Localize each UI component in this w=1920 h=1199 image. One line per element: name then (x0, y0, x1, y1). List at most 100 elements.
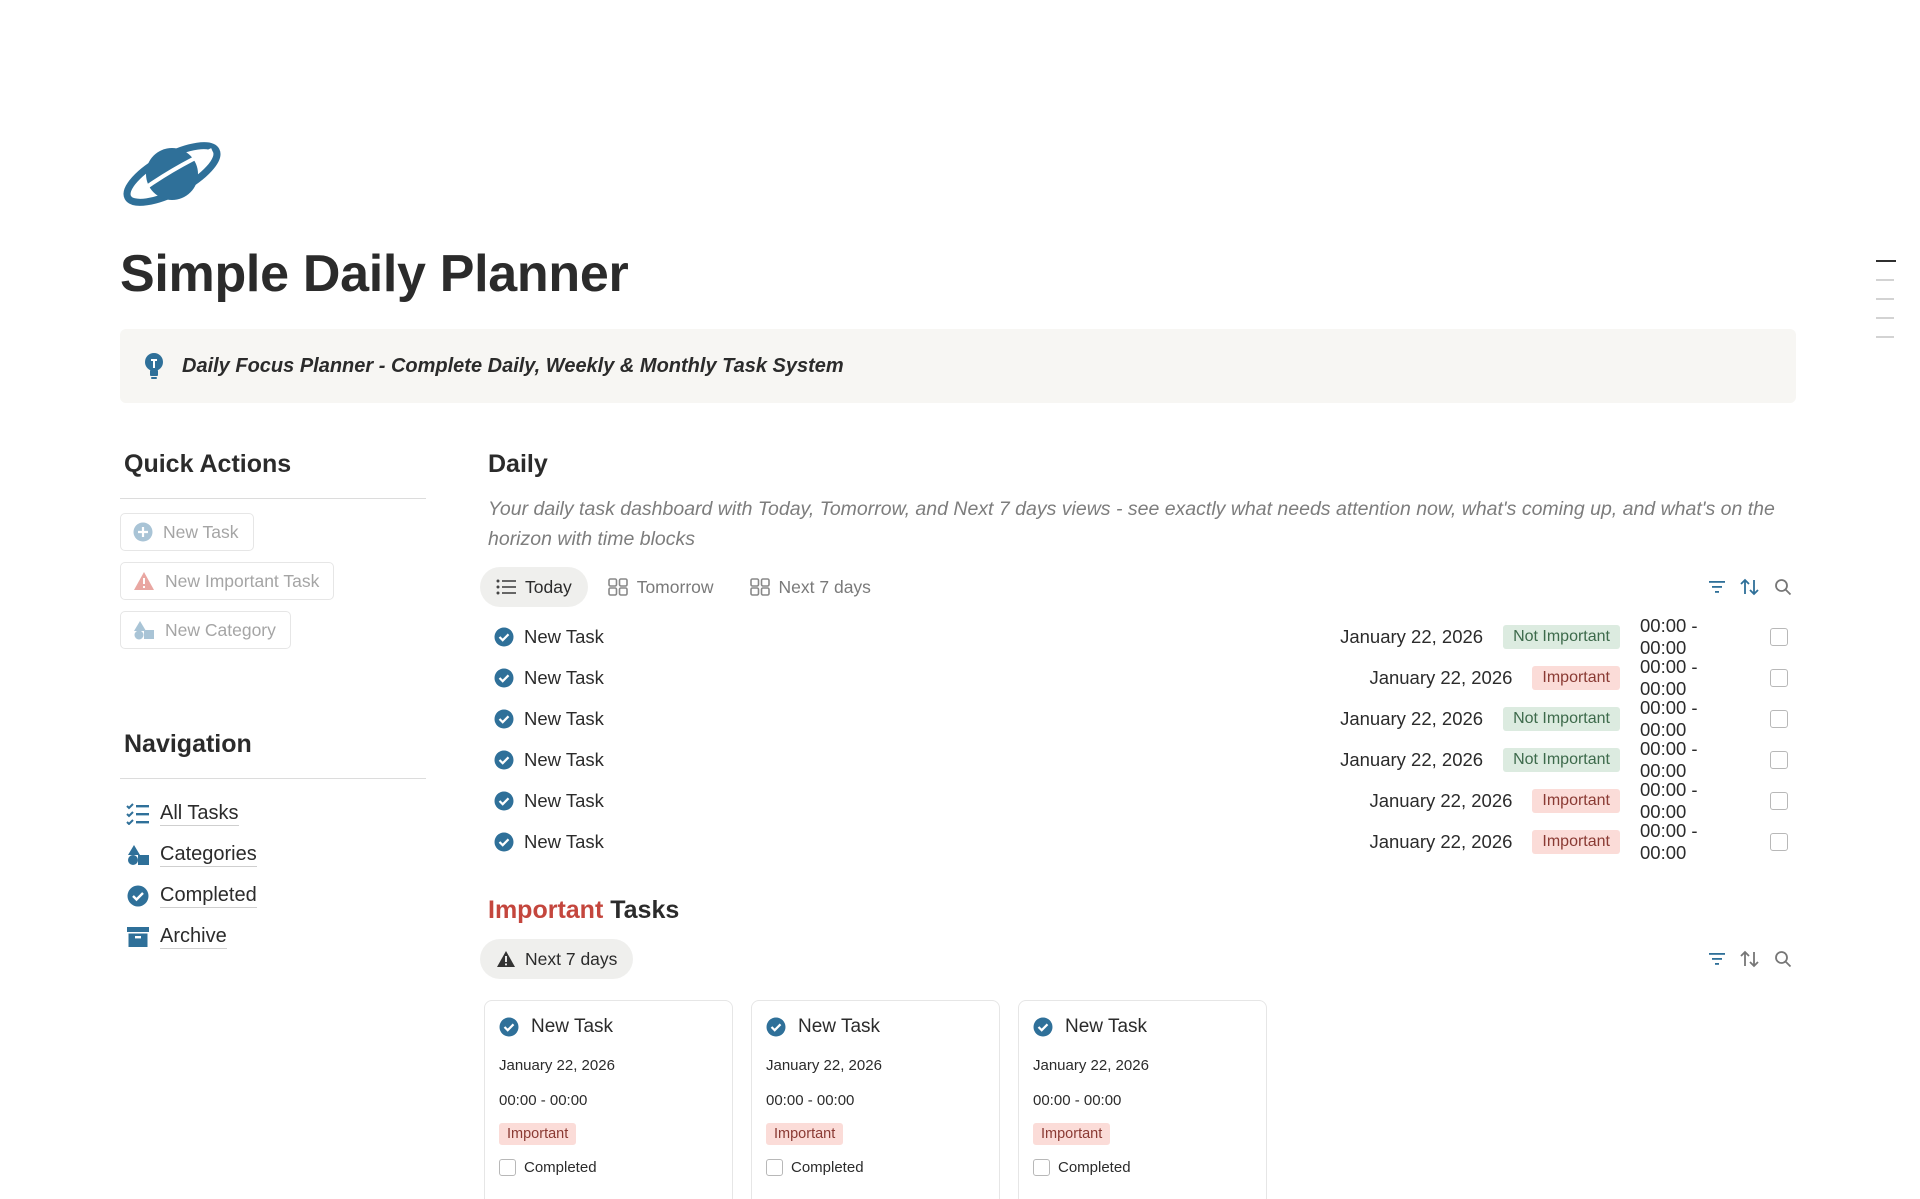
important-tasks-title[interactable]: Important Tasks (480, 896, 1800, 932)
toc-marker[interactable] (1876, 317, 1894, 319)
check-circle-icon (766, 1017, 786, 1037)
tab-label: Next 7 days (525, 948, 618, 969)
nav-item-categories[interactable]: Categories (120, 834, 426, 875)
nav-label[interactable]: Completed (160, 883, 257, 908)
nav-label[interactable]: Archive (160, 924, 227, 949)
completed-checkbox[interactable] (766, 1159, 783, 1176)
completed-checkbox[interactable] (499, 1159, 516, 1176)
task-card[interactable]: New Task January 22, 2026 00:00 - 00:00 … (751, 1000, 1000, 1199)
daily-title[interactable]: Daily (480, 450, 1800, 486)
nav-item-all-tasks[interactable]: All Tasks (120, 793, 426, 834)
completed-checkbox[interactable] (1770, 709, 1788, 728)
nav-label[interactable]: All Tasks (160, 801, 239, 826)
sort-icon[interactable] (1740, 950, 1760, 968)
completed-checkbox[interactable] (1770, 627, 1788, 646)
priority-badge: Important (1033, 1123, 1111, 1145)
task-name[interactable]: New Task (524, 667, 604, 689)
important-view-tabs: Next 7 days (480, 938, 1800, 980)
toc-marker[interactable] (1876, 279, 1894, 281)
priority-badge: Important (1532, 829, 1620, 854)
important-title-accent: Important (488, 896, 604, 924)
daily-description: Your daily task dashboard with Today, To… (488, 498, 1775, 550)
search-icon[interactable] (1774, 578, 1792, 596)
tab-next-7-days-important[interactable]: Next 7 days (480, 939, 634, 979)
check-circle-icon (494, 791, 514, 811)
sort-icon[interactable] (1740, 578, 1760, 596)
task-name[interactable]: New Task (524, 749, 604, 771)
new-task-label: New Task (163, 521, 239, 542)
completed-checkbox[interactable] (1770, 668, 1788, 687)
task-name[interactable]: New Task (524, 790, 604, 812)
task-card[interactable]: New Task January 22, 2026 00:00 - 00:00 … (1018, 1000, 1267, 1199)
priority-badge: Not Important (1503, 624, 1620, 649)
checklist-icon (126, 802, 149, 825)
main-column: Daily Your daily task dashboard with Tod… (480, 450, 1800, 1199)
card-title: New Task (531, 1016, 614, 1037)
daily-view-tabs: Today Tomorrow Next 7 days (480, 566, 1800, 608)
new-important-task-button[interactable]: New Important Task (120, 562, 335, 600)
task-card[interactable]: New Task January 22, 2026 00:00 - 00:00 … (484, 1000, 733, 1199)
task-date: January 22, 2026 (1340, 625, 1484, 647)
filter-icon[interactable] (1708, 579, 1726, 595)
view-tools (1708, 938, 1800, 980)
tab-today[interactable]: Today (480, 567, 588, 607)
table-row[interactable]: New Task January 22, 2026 Not Important … (480, 737, 1800, 781)
completed-checkbox[interactable] (1770, 791, 1788, 810)
table-row[interactable]: New Task January 22, 2026 Important 00:0… (480, 819, 1800, 863)
task-list: New Task January 22, 2026 Not Important … (480, 614, 1800, 863)
card-title: New Task (798, 1016, 881, 1037)
card-date: January 22, 2026 (1033, 1057, 1149, 1074)
table-row[interactable]: New Task January 22, 2026 Not Important … (480, 614, 1800, 658)
table-row[interactable]: New Task January 22, 2026 Important 00:0… (480, 655, 1800, 699)
task-time: 00:00 - 00:00 (1640, 819, 1698, 863)
task-date: January 22, 2026 (1369, 830, 1513, 852)
completed-checkbox[interactable] (1033, 1159, 1050, 1176)
priority-badge: Not Important (1503, 706, 1620, 731)
task-time: 00:00 - 00:00 (1640, 655, 1698, 699)
task-name[interactable]: New Task (524, 831, 604, 853)
tab-label: Today (525, 576, 572, 597)
table-row[interactable]: New Task January 22, 2026 Important 00:0… (480, 779, 1800, 822)
task-name[interactable]: New Task (524, 708, 604, 730)
card-date: January 22, 2026 (499, 1057, 615, 1074)
new-task-button[interactable]: New Task (120, 513, 254, 551)
checkbox-label: Completed (791, 1159, 864, 1176)
new-category-button[interactable]: New Category (120, 611, 291, 649)
important-task-gallery: New Task January 22, 2026 00:00 - 00:00 … (480, 1000, 1800, 1199)
archive-icon (127, 926, 149, 947)
completed-checkbox[interactable] (1770, 832, 1788, 851)
tab-tomorrow[interactable]: Tomorrow (592, 567, 730, 607)
filter-icon[interactable] (1708, 951, 1726, 967)
search-icon[interactable] (1774, 950, 1792, 968)
completed-checkbox[interactable] (1770, 750, 1788, 769)
priority-badge: Important (766, 1123, 844, 1145)
divider (120, 498, 426, 499)
callout-text: Daily Focus Planner - Complete Daily, We… (182, 354, 844, 377)
priority-badge: Important (499, 1123, 577, 1145)
navigation-section: Navigation All Tasks Categories Complete… (120, 730, 426, 957)
task-time: 00:00 - 00:00 (1640, 737, 1698, 781)
task-date: January 22, 2026 (1369, 666, 1513, 688)
tab-next-7-days[interactable]: Next 7 days (734, 567, 887, 607)
card-date: January 22, 2026 (766, 1057, 882, 1074)
table-of-contents[interactable] (1876, 260, 1896, 355)
nav-label[interactable]: Categories (160, 842, 257, 867)
nav-item-archive[interactable]: Archive (120, 916, 426, 957)
check-circle-icon (494, 750, 514, 770)
toc-marker[interactable] (1876, 298, 1894, 300)
shapes-icon (134, 621, 154, 640)
task-name[interactable]: New Task (524, 626, 604, 648)
card-title: New Task (1065, 1016, 1148, 1037)
toc-marker[interactable] (1876, 260, 1896, 262)
page-title: Simple Daily Planner (120, 245, 629, 303)
check-circle-icon (494, 709, 514, 729)
toc-marker[interactable] (1876, 336, 1894, 338)
quick-actions-heading: Quick Actions (124, 450, 292, 478)
gallery-icon (749, 578, 770, 596)
card-time: 00:00 - 00:00 (499, 1092, 588, 1109)
task-time: 00:00 - 00:00 (1640, 614, 1698, 658)
task-date: January 22, 2026 (1340, 707, 1484, 729)
check-circle-icon (499, 1017, 519, 1037)
table-row[interactable]: New Task January 22, 2026 Not Important … (480, 697, 1800, 740)
nav-item-completed[interactable]: Completed (120, 875, 426, 916)
